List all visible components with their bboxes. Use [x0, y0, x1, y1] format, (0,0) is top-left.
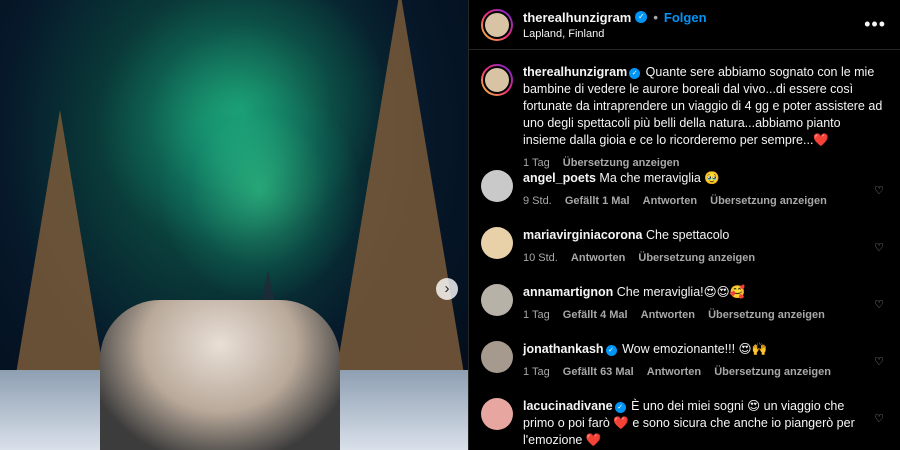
- reply-button[interactable]: Antworten: [641, 309, 695, 321]
- snowy-tree: [10, 110, 110, 410]
- comment-item: annamartignon Che meraviglia!😍😍🥰 1 Tag G…: [481, 284, 886, 341]
- like-heart-icon[interactable]: ♡: [872, 184, 886, 198]
- comment-meta: 1 Tag Gefällt 4 Mal Antworten Übersetzun…: [523, 307, 862, 324]
- comment-text: Che meraviglia!😍😍🥰: [616, 285, 746, 299]
- comment-body: mariavirginiacorona Che spettacolo 10 St…: [523, 227, 886, 267]
- comment-text: Ma che meraviglia 🥹: [599, 171, 720, 185]
- post-header: therealhunzigram ✓ • Folgen Lapland, Fin…: [469, 0, 900, 50]
- comment-list: angel_poets Ma che meraviglia 🥹 9 Std. G…: [481, 170, 886, 450]
- header-line: therealhunzigram ✓ • Folgen: [523, 10, 864, 25]
- post-caption: therealhunzigram ✓ Quante sere abbiamo so…: [481, 50, 886, 170]
- comment-meta: 1 Tag Gefällt 63 Mal Antworten Übersetzu…: [523, 364, 862, 381]
- comments-panel: therealhunzigram ✓ • Folgen Lapland, Fin…: [468, 0, 900, 450]
- verified-icon: ✓: [635, 11, 648, 23]
- post-modal: › therealhunzigram ✓ • Folgen Lapland, F…: [0, 0, 900, 450]
- comment-body: angel_poets Ma che meraviglia 🥹 9 Std. G…: [523, 170, 886, 210]
- avatar-image: [483, 10, 511, 39]
- comment-body: lacucinadivane ✓ È uno dei miei sogni 😍 u…: [523, 398, 886, 449]
- verified-icon: ✓: [614, 402, 626, 413]
- comment-time[interactable]: 1 Tag: [523, 366, 550, 378]
- comment-text: Che spettacolo: [645, 228, 730, 242]
- comment-item: lacucinadivane ✓ È uno dei miei sogni 😍 u…: [481, 398, 886, 450]
- translate-button[interactable]: Übersetzung anzeigen: [708, 309, 825, 321]
- verified-icon: ✓: [629, 68, 641, 79]
- people-group: [100, 300, 340, 450]
- separator-dot: •: [653, 9, 658, 25]
- translate-button[interactable]: Übersetzung anzeigen: [638, 252, 755, 264]
- avatar-image: [483, 66, 511, 94]
- caption-avatar[interactable]: [481, 64, 513, 96]
- comment-body: annamartignon Che meraviglia!😍😍🥰 1 Tag G…: [523, 284, 886, 324]
- like-heart-icon[interactable]: ♡: [872, 355, 886, 369]
- comment-username[interactable]: angel_poets: [523, 171, 596, 185]
- comment-meta: 10 Std. Antworten Übersetzung anzeigen: [523, 250, 862, 267]
- comment-body: jonathankash ✓ Wow emozionante!!! 😍🙌 1 Ta…: [523, 341, 886, 381]
- comment-item: jonathankash ✓ Wow emozionante!!! 😍🙌 1 Ta…: [481, 341, 886, 398]
- reply-button[interactable]: Antworten: [571, 252, 625, 264]
- comment-username[interactable]: jonathankash: [523, 342, 604, 356]
- more-options-icon[interactable]: •••: [864, 14, 886, 35]
- comment-username[interactable]: lacucinadivane: [523, 399, 613, 413]
- commenter-avatar[interactable]: [481, 170, 513, 202]
- header-text: therealhunzigram ✓ • Folgen Lapland, Fin…: [523, 10, 864, 40]
- comment-text: Wow emozionante!!! 😍🙌: [622, 342, 768, 356]
- comment-item: mariavirginiacorona Che spettacolo 10 St…: [481, 227, 886, 284]
- comment-time[interactable]: 10 Std.: [523, 252, 558, 264]
- author-avatar[interactable]: [481, 8, 513, 41]
- comment-time[interactable]: 9 Std.: [523, 195, 552, 207]
- comment-time[interactable]: 1 Tag: [523, 309, 550, 321]
- comment-likes[interactable]: Gefällt 4 Mal: [563, 309, 628, 321]
- commenter-avatar[interactable]: [481, 398, 513, 430]
- commenter-avatar[interactable]: [481, 284, 513, 316]
- like-heart-icon[interactable]: ♡: [872, 241, 886, 255]
- comment-item: angel_poets Ma che meraviglia 🥹 9 Std. G…: [481, 170, 886, 227]
- reply-button[interactable]: Antworten: [643, 195, 697, 207]
- caption-username[interactable]: therealhunzigram: [523, 65, 627, 79]
- post-photo[interactable]: ›: [0, 0, 468, 450]
- like-heart-icon[interactable]: ♡: [872, 298, 886, 312]
- comment-likes[interactable]: Gefällt 1 Mal: [565, 195, 630, 207]
- author-username[interactable]: therealhunzigram: [523, 10, 631, 25]
- comment-username[interactable]: annamartignon: [523, 285, 613, 299]
- commenter-avatar[interactable]: [481, 227, 513, 259]
- translate-button[interactable]: Übersetzung anzeigen: [714, 366, 831, 378]
- commenter-avatar[interactable]: [481, 341, 513, 373]
- caption-body: therealhunzigram ✓ Quante sere abbiamo so…: [523, 64, 886, 170]
- translate-button[interactable]: Übersetzung anzeigen: [563, 157, 680, 169]
- reply-button[interactable]: Antworten: [647, 366, 701, 378]
- comment-username[interactable]: mariavirginiacorona: [523, 228, 643, 242]
- comment-meta: 9 Std. Gefällt 1 Mal Antworten Übersetzu…: [523, 193, 862, 210]
- caption-time[interactable]: 1 Tag: [523, 157, 550, 169]
- verified-icon: ✓: [605, 345, 617, 356]
- comment-likes[interactable]: Gefällt 63 Mal: [563, 366, 634, 378]
- snowy-tree: [330, 0, 468, 410]
- follow-button[interactable]: Folgen: [664, 10, 707, 25]
- comments-scroll[interactable]: therealhunzigram ✓ Quante sere abbiamo so…: [469, 50, 900, 450]
- translate-button[interactable]: Übersetzung anzeigen: [710, 195, 827, 207]
- like-heart-icon[interactable]: ♡: [872, 412, 886, 426]
- location-link[interactable]: Lapland, Finland: [523, 28, 864, 40]
- next-photo-button[interactable]: ›: [436, 278, 458, 300]
